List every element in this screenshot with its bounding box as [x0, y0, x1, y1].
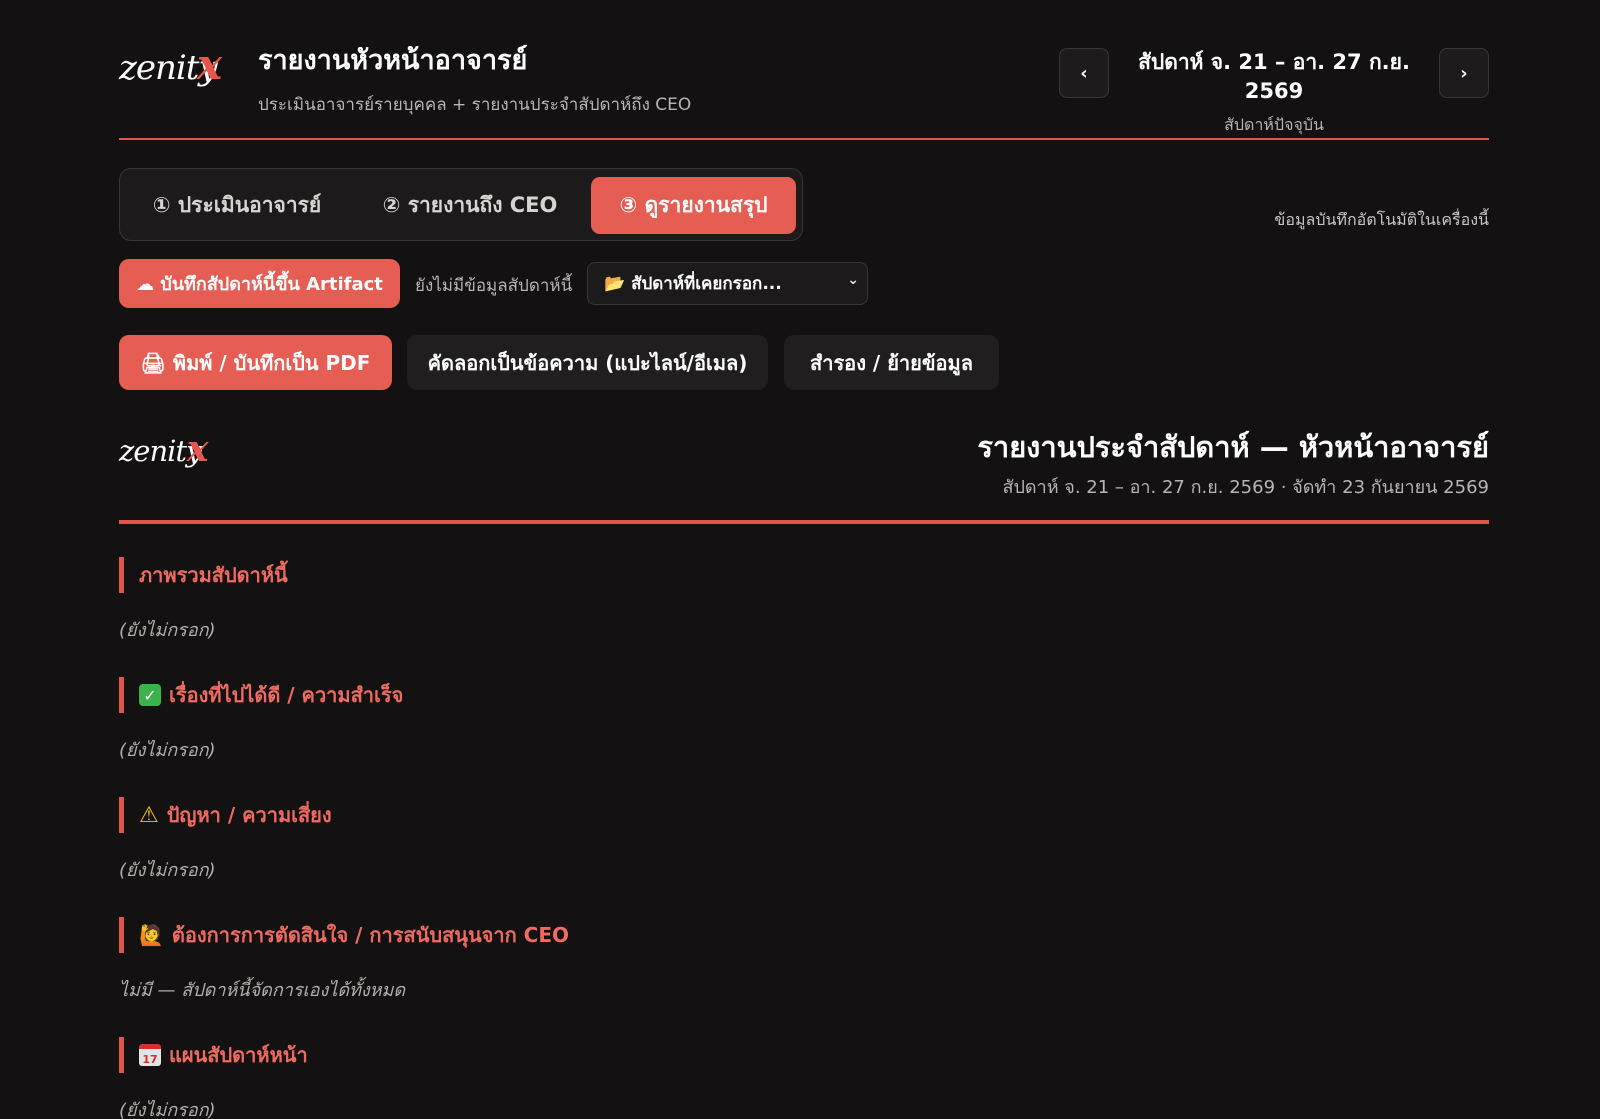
report-section-next-week: 17 แผนสัปดาห์หน้า (ยังไม่กรอก): [119, 1037, 1489, 1119]
week-range: สัปดาห์ จ. 21 – อา. 27 ก.ย. 2569: [1138, 50, 1410, 103]
zenity-logo: zenity x: [119, 40, 239, 104]
section-heading: ภาพรวมสัปดาห์นี้: [119, 557, 1489, 593]
check-icon: ✓: [139, 684, 161, 706]
tab-view-summary[interactable]: ③ ดูรายงานสรุป: [591, 177, 796, 234]
section-heading: ⚠ ปัญหา / ความเสี่ยง: [119, 797, 1489, 833]
next-week-button[interactable]: ›: [1439, 48, 1489, 98]
copy-as-text-button[interactable]: คัดลอกเป็นข้อความ (แปะไลน์/อีเมล): [407, 335, 768, 390]
tab-report-to-ceo[interactable]: ② รายงานถึง CEO: [360, 177, 580, 234]
section-heading-text: ปัญหา / ความเสี่ยง: [166, 803, 332, 827]
artifact-toolbar: ☁ บันทึกสัปดาห์นี้ขึ้น Artifact ยังไม่มี…: [119, 259, 1119, 309]
artifact-status-text: ยังไม่มีข้อมูลสัปดาห์นี้: [415, 276, 573, 296]
week-label: สัปดาห์ปัจจุบัน: [1224, 115, 1324, 134]
person-raising-hand-icon: 🙋: [139, 923, 164, 947]
print-pdf-button[interactable]: 🖨 พิมพ์ / บันทึกเป็น PDF: [119, 335, 392, 390]
report-section-ceo-support: 🙋 ต้องการการตัดสินใจ / การสนับสนุนจาก CE…: [119, 917, 1489, 1004]
report-divider: [119, 520, 1489, 524]
section-heading: 🙋 ต้องการการตัดสินใจ / การสนับสนุนจาก CE…: [119, 917, 1489, 953]
section-body: (ยังไม่กรอก): [119, 860, 216, 881]
app-root: zenity x รายงานหัวหน้าอาจารย์ ประเมินอาจ…: [119, 0, 1489, 1119]
title-block: รายงานหัวหน้าอาจารย์ ประเมินอาจารย์รายบุ…: [258, 38, 691, 118]
warning-icon: ⚠: [139, 802, 159, 828]
chevron-down-icon: ⌄: [847, 272, 859, 288]
report-meta: สัปดาห์ จ. 21 – อา. 27 ก.ย. 2569 · จัดทำ…: [1002, 477, 1489, 498]
report-section-risks: ⚠ ปัญหา / ความเสี่ยง (ยังไม่กรอก): [119, 797, 1489, 884]
report-section-overview: ภาพรวมสัปดาห์นี้ (ยังไม่กรอก): [119, 557, 1489, 644]
section-heading-text: ต้องการการตัดสินใจ / การสนับสนุนจาก CEO: [171, 923, 569, 947]
section-body: ไม่มี — สัปดาห์นี้จัดการเองได้ทั้งหมด: [119, 980, 406, 1001]
chevron-right-icon: ›: [1460, 62, 1468, 84]
section-body: (ยังไม่กรอก): [119, 620, 216, 641]
autosave-note: ข้อมูลบันทึกอัตโนมัติในเครื่องนี้: [1274, 210, 1489, 229]
previous-week-button[interactable]: ‹: [1059, 48, 1109, 98]
section-body: (ยังไม่กรอก): [119, 1100, 216, 1119]
section-heading: ✓ เรื่องที่ไปได้ดี / ความสำเร็จ: [119, 677, 1489, 713]
section-heading-text: แผนสัปดาห์หน้า: [169, 1043, 308, 1067]
backup-data-button[interactable]: สำรอง / ย้ายข้อมูล: [784, 335, 999, 390]
week-display: สัปดาห์ จ. 21 – อา. 27 ก.ย. 2569 สัปดาห์…: [1119, 46, 1429, 138]
page-title: รายงานหัวหน้าอาจารย์: [258, 45, 528, 76]
report-title: รายงานประจำสัปดาห์ — หัวหน้าอาจารย์: [977, 430, 1489, 464]
report-logo-x-mark: x: [187, 428, 209, 470]
page-subtitle: ประเมินอาจารย์รายบุคคล + รายงานประจำสัปด…: [258, 95, 692, 115]
report-actions: 🖨 พิมพ์ / บันทึกเป็น PDF คัดลอกเป็นข้อคว…: [119, 335, 1119, 391]
logo-x-mark: x: [197, 40, 223, 89]
past-weeks-select[interactable]: 📂 สัปดาห์ที่เคยกรอก... ⌄: [587, 262, 868, 305]
header-divider: [119, 138, 1489, 140]
week-navigator: ‹ สัปดาห์ จ. 21 – อา. 27 ก.ย. 2569 สัปดา…: [1059, 48, 1489, 134]
report-logo: zenity x: [119, 428, 229, 480]
section-heading-text: เรื่องที่ไปได้ดี / ความสำเร็จ: [169, 683, 404, 707]
save-to-artifact-button[interactable]: ☁ บันทึกสัปดาห์นี้ขึ้น Artifact: [119, 259, 400, 308]
section-heading: 17 แผนสัปดาห์หน้า: [119, 1037, 1489, 1073]
report-section-wins: ✓ เรื่องที่ไปได้ดี / ความสำเร็จ (ยังไม่ก…: [119, 677, 1489, 764]
past-weeks-select-value: 📂 สัปดาห์ที่เคยกรอก...: [604, 274, 782, 294]
report-header: zenity x รายงานประจำสัปดาห์ — หัวหน้าอาจ…: [119, 420, 1489, 525]
section-heading-text: ภาพรวมสัปดาห์นี้: [139, 563, 288, 587]
page-header: zenity x รายงานหัวหน้าอาจารย์ ประเมินอาจ…: [119, 0, 1489, 142]
tab-bar: ① ประเมินอาจารย์ ② รายงานถึง CEO ③ ดูราย…: [119, 168, 803, 241]
tab-evaluate-teachers[interactable]: ① ประเมินอาจารย์: [132, 177, 342, 234]
calendar-icon: 17: [139, 1044, 161, 1066]
section-body: (ยังไม่กรอก): [119, 740, 216, 761]
chevron-left-icon: ‹: [1080, 62, 1088, 84]
